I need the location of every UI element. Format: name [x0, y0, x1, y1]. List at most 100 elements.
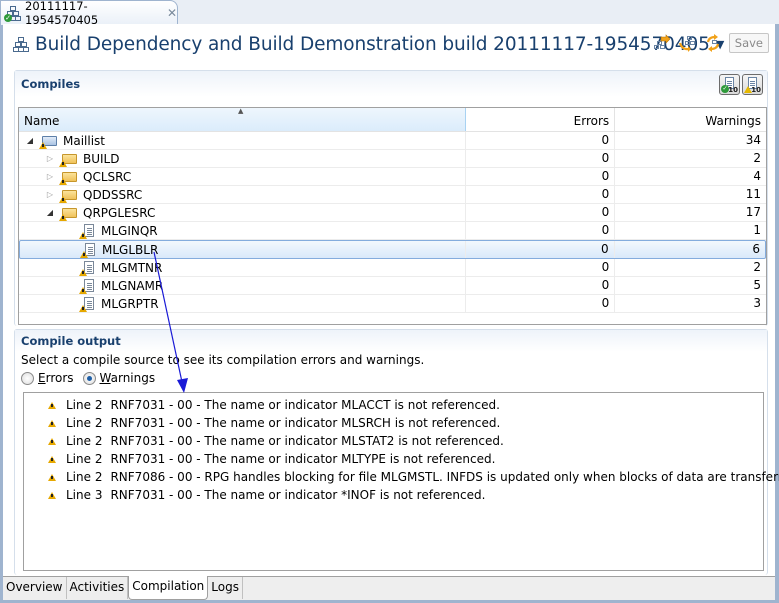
compile-output-hint: Select a compile source to see its compi…: [21, 353, 425, 367]
errors-radio-button[interactable]: [21, 371, 34, 385]
cell-warnings: 11: [745, 187, 761, 201]
folder-icon: [59, 151, 79, 167]
source-member-icon: [79, 296, 97, 312]
header-toolbar: Save: [651, 33, 769, 53]
close-icon[interactable]: ✕: [167, 6, 177, 20]
cell-name: ▷ QCLSRC: [19, 168, 467, 185]
message-line-number: Line 2: [66, 434, 103, 448]
compile-output-title: Compile output: [15, 330, 767, 352]
page-tab-logs[interactable]: Logs: [208, 577, 243, 599]
table-row[interactable]: ◢ QRPGLESRC 0 17: [19, 204, 766, 222]
release-build-icon[interactable]: [651, 33, 671, 53]
cell-name: MLGNAMR: [19, 277, 467, 294]
table-body: ◢ Maillist 0 34 ▷ BUILD 0 2 ▷ QCLSRC 0 4 ▷ QDDSSRC 0 11…: [19, 132, 766, 313]
compiles-section: Compiles ✓ 10 10 ▲ Name Errors Warnings …: [14, 70, 768, 326]
table-row[interactable]: ▷ QDDSSRC 0 11: [19, 186, 766, 204]
warnings-radio[interactable]: Warnings: [82, 371, 156, 385]
table-row[interactable]: MLGINQR 0 1: [19, 222, 766, 240]
table-header: ▲ Name Errors Warnings: [19, 108, 766, 132]
compiles-tree-table: ▲ Name Errors Warnings ◢ Maillist 0 34 ▷ BUIL…: [18, 107, 767, 325]
warning-icon: [48, 401, 56, 409]
row-name-label: MLGRPTR: [101, 296, 159, 311]
column-header-name[interactable]: ▲ Name: [19, 108, 467, 131]
table-row[interactable]: MLGNAMR 0 5: [19, 277, 766, 295]
column-header-errors[interactable]: Errors: [466, 108, 616, 131]
cell-name: ◢ QRPGLESRC: [19, 204, 467, 221]
table-row[interactable]: MLGRPTR 0 3: [19, 295, 766, 313]
table-row[interactable]: ◢ Maillist 0 34: [19, 132, 766, 150]
warning-icon: [79, 304, 87, 312]
related-builds-icon[interactable]: [677, 33, 697, 53]
message-text: RNF7031 - 00 - The name or indicator MLT…: [110, 452, 496, 466]
cell-warnings: 6: [752, 242, 760, 256]
warning-icon: [59, 177, 67, 185]
table-row[interactable]: ▷ BUILD 0 2: [19, 150, 766, 168]
table-row[interactable]: MLGLBLR 0 6: [19, 240, 766, 259]
page-title: Build Dependency and Build Demonstration…: [35, 33, 710, 55]
page-tab-overview[interactable]: Overview: [3, 577, 67, 599]
message-line-number: Line 2: [66, 452, 103, 466]
message-text: RNF7031 - 00 - The name or indicator MLA…: [110, 398, 500, 412]
compile-message[interactable]: Line 2 RNF7031 - 00 - The name or indicat…: [24, 396, 763, 414]
warning-icon: [79, 268, 87, 276]
refresh-icon[interactable]: [703, 33, 723, 53]
expand-icon[interactable]: ▷: [45, 190, 55, 199]
cell-warnings: 34: [745, 133, 761, 147]
warning-icon: [79, 286, 87, 294]
warning-icon: [48, 473, 56, 481]
cell-errors: 0: [466, 132, 616, 149]
compile-message[interactable]: Line 2 RNF7086 - 00 - RPG handles blockin…: [24, 468, 779, 486]
warning-icon: [48, 419, 56, 427]
compile-message[interactable]: Line 2 RNF7031 - 00 - The name or indicat…: [24, 432, 763, 450]
cell-errors: 0: [466, 241, 615, 258]
warnings-count-label: 10: [751, 86, 761, 94]
table-row[interactable]: ▷ QCLSRC 0 4: [19, 168, 766, 186]
compile-messages-list[interactable]: Line 2 RNF7031 - 00 - The name or indicat…: [23, 392, 779, 571]
source-member-icon: [80, 242, 98, 258]
compiles-section-title: Compiles: [15, 71, 767, 97]
editor-tab-title: 20111117-1954570405: [25, 0, 99, 27]
cell-warnings: 3: [753, 296, 761, 310]
source-member-icon: [79, 223, 97, 239]
column-header-warnings[interactable]: Warnings: [615, 108, 766, 131]
warnings-radio-label: Warnings: [99, 371, 156, 385]
row-name-label: QDDSSRC: [83, 187, 143, 202]
compile-message[interactable]: Line 2 RNF7031 - 00 - The name or indicat…: [24, 450, 763, 468]
errors-radio[interactable]: Errors: [21, 371, 74, 385]
editor-header: Build Dependency and Build Demonstration…: [3, 24, 775, 64]
warning-icon: [80, 250, 88, 258]
cell-name: MLGINQR: [19, 222, 467, 239]
expand-icon[interactable]: ▷: [45, 154, 55, 163]
warnings-radio-button[interactable]: [82, 371, 96, 385]
editor-window: ✓ 20111117-1954570405 ✕ Build Dependency…: [0, 0, 779, 603]
cell-warnings: 17: [745, 205, 761, 219]
cell-name: MLGMTNR: [19, 259, 467, 276]
save-button[interactable]: Save: [728, 33, 769, 53]
cell-errors: 0: [466, 186, 616, 203]
show-success-button[interactable]: ✓ 10: [719, 74, 740, 95]
editor-tab[interactable]: ✓ 20111117-1954570405 ✕: [0, 0, 178, 27]
cell-errors: 0: [466, 222, 616, 239]
folder-icon: [59, 205, 79, 221]
cell-errors: 0: [466, 259, 616, 276]
cell-name: MLGRPTR: [19, 295, 467, 312]
cell-errors: 0: [466, 150, 616, 167]
expand-icon[interactable]: ▷: [45, 172, 55, 181]
collapse-icon[interactable]: ◢: [45, 208, 55, 217]
build-result-editor: Build Dependency and Build Demonstration…: [3, 24, 779, 576]
cell-errors: 0: [466, 168, 616, 185]
cell-warnings: 2: [753, 260, 761, 274]
editor-tabstrip: ✓ 20111117-1954570405 ✕: [0, 0, 779, 27]
message-line-number: Line 3: [66, 488, 103, 502]
compile-output-section: Compile output Select a compile source t…: [14, 329, 779, 575]
collapse-icon[interactable]: ◢: [25, 136, 35, 145]
editor-page-tabs: Overview Activities Compilation Logs: [3, 576, 775, 600]
page-tab-activities[interactable]: Activities: [67, 577, 129, 599]
compile-message[interactable]: Line 2 RNF7031 - 00 - The name or indicat…: [24, 414, 763, 432]
folder-icon: [59, 187, 79, 203]
page-tab-compilation[interactable]: Compilation: [128, 576, 209, 600]
show-warnings-button[interactable]: 10: [742, 74, 763, 95]
table-row[interactable]: MLGMTNR 0 2: [19, 259, 766, 277]
cell-errors: 0: [466, 277, 616, 294]
compile-message[interactable]: Line 3 RNF7031 - 00 - The name or indicat…: [24, 486, 763, 504]
